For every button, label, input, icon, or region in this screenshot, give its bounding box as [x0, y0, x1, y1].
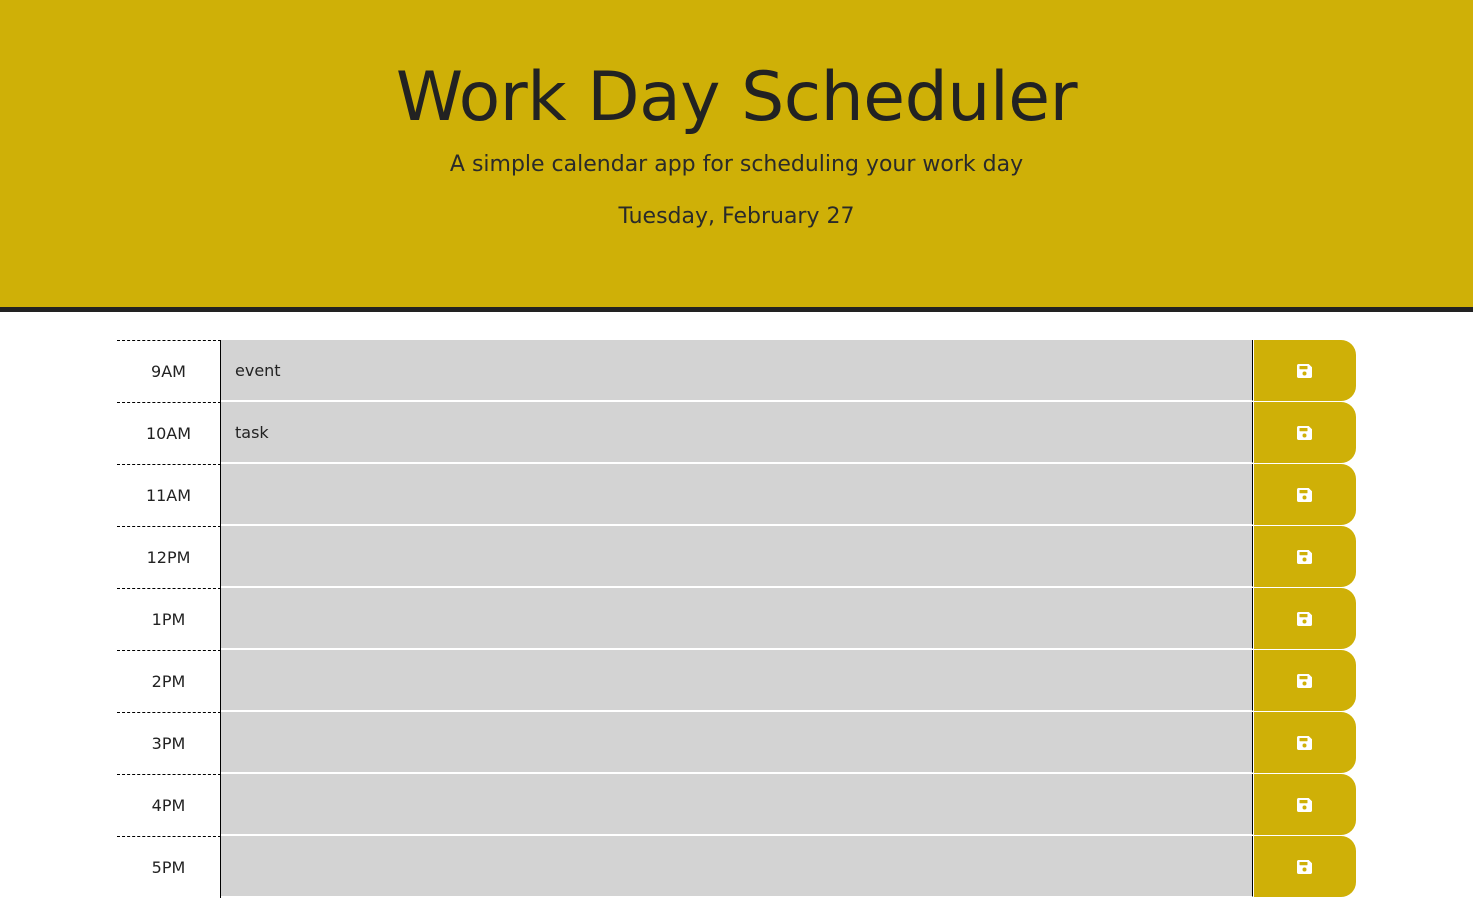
hour-label: 2PM: [117, 650, 221, 712]
save-button[interactable]: [1254, 526, 1356, 587]
hour-label: 3PM: [117, 712, 221, 774]
event-description-input[interactable]: [221, 836, 1253, 897]
time-block-1pm: 1PM: [117, 588, 1356, 650]
floppy-disk-icon: [1297, 797, 1312, 812]
hour-label: 1PM: [117, 588, 221, 650]
floppy-disk-icon: [1297, 425, 1312, 440]
hour-label: 12PM: [117, 526, 221, 588]
hour-label: 11AM: [117, 464, 221, 526]
time-block-9am: 9AM event: [117, 340, 1356, 402]
event-description-input[interactable]: event: [221, 340, 1253, 401]
save-button[interactable]: [1254, 402, 1356, 463]
event-description-input[interactable]: [221, 774, 1253, 835]
time-block-10am: 10AM task: [117, 402, 1356, 464]
save-button[interactable]: [1254, 712, 1356, 773]
event-description-input[interactable]: [221, 526, 1253, 587]
schedule-container: 9AM event 10AM task 11AM 12PM 1PM 2PM 3P…: [117, 340, 1356, 898]
floppy-disk-icon: [1297, 487, 1312, 502]
time-block-3pm: 3PM: [117, 712, 1356, 774]
event-description-input[interactable]: [221, 712, 1253, 773]
save-button[interactable]: [1254, 650, 1356, 711]
time-block-2pm: 2PM: [117, 650, 1356, 712]
hour-label: 5PM: [117, 836, 221, 898]
current-date: Tuesday, February 27: [618, 204, 855, 229]
floppy-disk-icon: [1297, 735, 1312, 750]
header-banner: Work Day Scheduler A simple calendar app…: [0, 0, 1473, 312]
floppy-disk-icon: [1297, 363, 1312, 378]
save-button[interactable]: [1254, 588, 1356, 649]
floppy-disk-icon: [1297, 673, 1312, 688]
time-block-12pm: 12PM: [117, 526, 1356, 588]
time-block-4pm: 4PM: [117, 774, 1356, 836]
event-description-input[interactable]: task: [221, 402, 1253, 463]
floppy-disk-icon: [1297, 549, 1312, 564]
event-description-input[interactable]: [221, 650, 1253, 711]
save-button[interactable]: [1254, 464, 1356, 525]
save-button[interactable]: [1254, 340, 1356, 401]
save-button[interactable]: [1254, 774, 1356, 835]
event-description-input[interactable]: [221, 464, 1253, 525]
floppy-disk-icon: [1297, 611, 1312, 626]
save-button[interactable]: [1254, 836, 1356, 897]
page-title: Work Day Scheduler: [395, 58, 1078, 137]
page-subtitle: A simple calendar app for scheduling you…: [449, 152, 1024, 177]
time-block-11am: 11AM: [117, 464, 1356, 526]
hour-label: 9AM: [117, 340, 221, 402]
hour-label: 4PM: [117, 774, 221, 836]
floppy-disk-icon: [1297, 859, 1312, 874]
event-description-input[interactable]: [221, 588, 1253, 649]
time-block-5pm: 5PM: [117, 836, 1356, 898]
hour-label: 10AM: [117, 402, 221, 464]
